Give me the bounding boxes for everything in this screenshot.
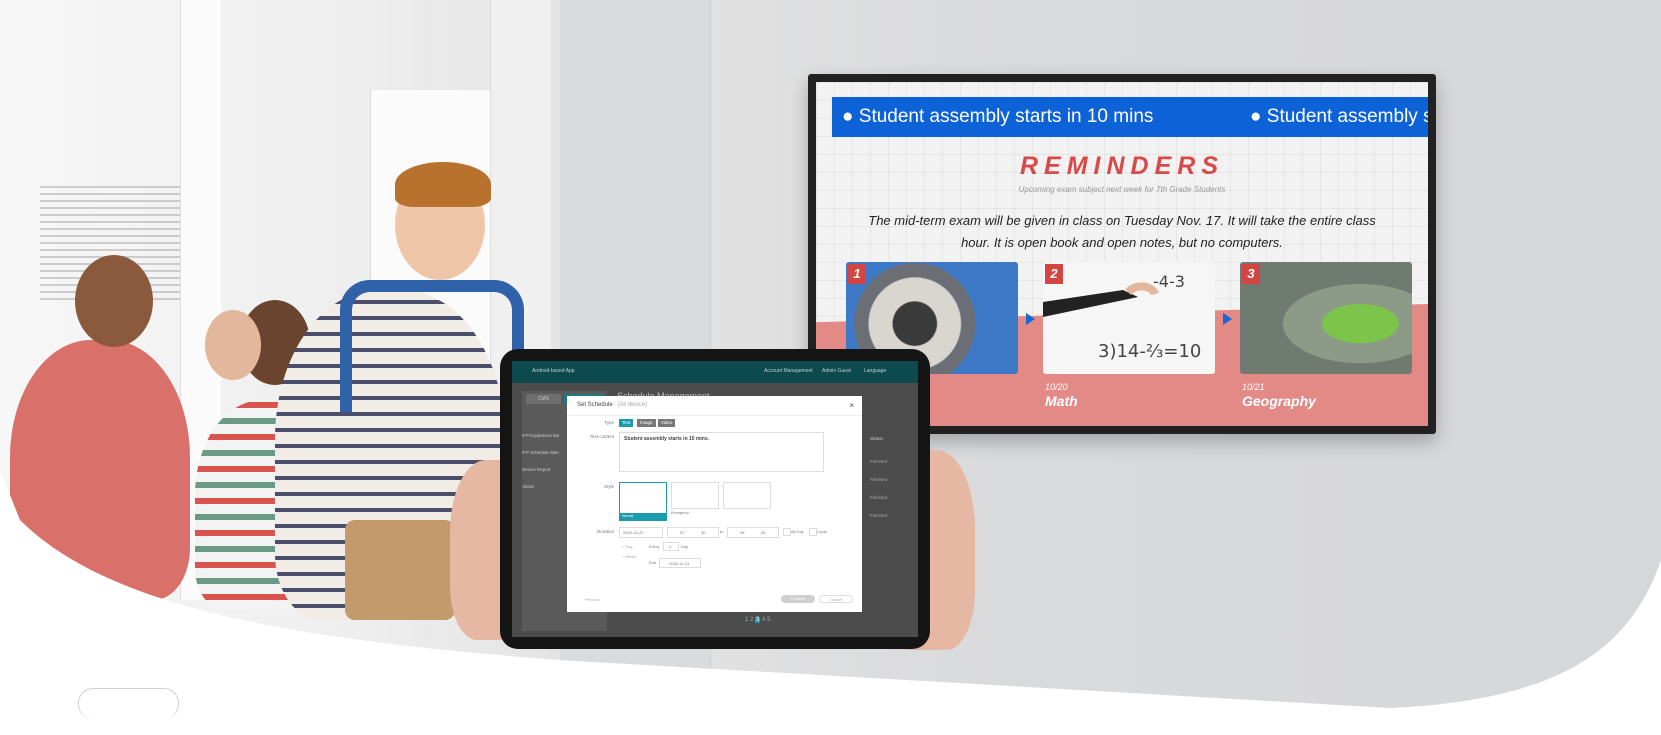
status-cell: Finished bbox=[870, 513, 888, 518]
style-normal-label: Normal bbox=[620, 513, 666, 520]
style-emergency-label: Emergency bbox=[671, 511, 689, 515]
end-hour: 08 bbox=[740, 530, 745, 535]
status-cell: Finished bbox=[870, 495, 888, 500]
page-link[interactable]: 2 bbox=[750, 617, 753, 623]
classroom-photo: ● Student assembly starts in 10 mins ● S… bbox=[0, 0, 1661, 735]
all-day-checkbox[interactable] bbox=[783, 528, 791, 536]
student-shorts bbox=[345, 520, 455, 620]
cycle-checkbox[interactable] bbox=[809, 528, 817, 536]
tile-date: 10/20 bbox=[1045, 382, 1068, 392]
ticker-item: ● Student assembly starts in 10 mins bbox=[842, 106, 1154, 127]
every-value: 1 bbox=[669, 544, 672, 549]
sidebar-item[interactable]: IFP Equipment Ma bbox=[522, 433, 559, 438]
text-content-label: Text content bbox=[589, 434, 614, 439]
hero-image: ● Student assembly starts in 10 mins ● S… bbox=[0, 0, 1661, 735]
tile-number: 3 bbox=[1242, 264, 1260, 284]
ticker-item: ● Student assembly sta bbox=[1250, 106, 1428, 127]
dialog-header: Set Schedule (All device) × bbox=[567, 396, 862, 416]
admin-link[interactable]: Admin Guest bbox=[822, 368, 851, 374]
sidebar-item[interactable]: Device Report bbox=[522, 467, 551, 472]
backpack-straps bbox=[340, 280, 524, 412]
to-label: to bbox=[720, 529, 724, 534]
confirm-button[interactable]: Confirm bbox=[781, 595, 815, 603]
all-day-label: All Day bbox=[791, 529, 804, 534]
student-head bbox=[75, 255, 153, 347]
every-label: Every bbox=[649, 544, 660, 549]
student-hair bbox=[395, 162, 491, 207]
sidebar-item[interactable]: IFP Schedule Man bbox=[522, 450, 559, 455]
page-link[interactable]: 5 bbox=[767, 617, 770, 623]
math-whiteboard: -4-3 3)14-⅔=10 bbox=[1043, 262, 1215, 374]
text-content-input[interactable]: Student assembly starts in 10 mins. bbox=[619, 432, 824, 472]
repeat-day-option[interactable]: ○ Day bbox=[622, 544, 633, 549]
language-link[interactable]: Language bbox=[864, 368, 886, 374]
tile-subject: Math bbox=[1045, 393, 1078, 409]
student-red-shirt bbox=[10, 340, 190, 600]
status-cell: Finished bbox=[870, 477, 888, 482]
end-date-value: 2020-11-21 bbox=[669, 561, 690, 566]
account-link[interactable]: Account Management bbox=[764, 368, 813, 374]
page-link[interactable]: 1 bbox=[745, 617, 748, 623]
next-arrow-icon bbox=[1223, 313, 1232, 325]
start-time-field[interactable]: 07 30 bbox=[667, 527, 719, 538]
dialog-title: Set Schedule bbox=[577, 402, 613, 408]
type-label: Type bbox=[604, 420, 614, 425]
style-option-third[interactable] bbox=[723, 482, 771, 509]
pagination: 1 2 3 4 5 bbox=[745, 617, 770, 623]
end-time-field[interactable]: 08 00 bbox=[727, 527, 779, 538]
math-thumbnail: -4-3 3)14-⅔=10 bbox=[1043, 262, 1215, 374]
end-minute: 00 bbox=[761, 530, 766, 535]
page-link-active[interactable]: 3 bbox=[755, 617, 760, 623]
start-minute: 30 bbox=[701, 530, 706, 535]
close-icon[interactable]: × bbox=[849, 396, 854, 415]
outline-pill-button[interactable] bbox=[78, 688, 179, 719]
style-normal-option[interactable]: Normal bbox=[619, 482, 667, 521]
announcement-ticker: ● Student assembly starts in 10 mins ● S… bbox=[832, 97, 1428, 137]
next-arrow-icon bbox=[1026, 313, 1035, 325]
app-title: Android-based App bbox=[532, 368, 575, 374]
style-label: Style bbox=[603, 484, 614, 489]
set-schedule-dialog: Set Schedule (All device) × Type Text Im… bbox=[567, 396, 862, 612]
start-date-field[interactable]: 2020-10-22 bbox=[619, 527, 663, 538]
text-content-value: Student assembly starts in 10 mins. bbox=[624, 436, 710, 442]
end-label: End bbox=[649, 560, 657, 565]
every-input[interactable]: 1 bbox=[663, 542, 679, 551]
reminders-subtitle: Upcoming exam subject next week for 7th … bbox=[1018, 185, 1226, 194]
tile-number: 1 bbox=[848, 264, 866, 284]
type-text-option[interactable]: Text bbox=[619, 419, 633, 427]
app-header: Android-based App Account Management Adm… bbox=[512, 361, 918, 383]
start-date-value: 2020-10-22 bbox=[623, 530, 644, 535]
type-video-option[interactable]: Video bbox=[658, 419, 675, 427]
tablet-device: Android-based App Account Management Adm… bbox=[500, 349, 930, 649]
reminders-title: REMINDERS bbox=[1019, 152, 1224, 180]
type-image-option[interactable]: Image bbox=[637, 419, 656, 427]
page-link[interactable]: 4 bbox=[762, 617, 765, 623]
preview-button[interactable]: Preview bbox=[585, 597, 599, 602]
tile-date: 10/21 bbox=[1242, 382, 1265, 392]
dialog-title-hint: (All device) bbox=[617, 402, 648, 408]
style-emergency-option[interactable] bbox=[671, 482, 719, 509]
reminders-body: The mid-term exam will be given in class… bbox=[868, 213, 1376, 250]
cancel-button[interactable]: Cancel bbox=[819, 595, 853, 603]
tablet-screen: Android-based App Account Management Adm… bbox=[512, 361, 918, 637]
student-head bbox=[205, 310, 261, 380]
every-unit: Day bbox=[681, 544, 689, 549]
duration-label: Duration bbox=[596, 529, 614, 534]
end-date-field[interactable]: 2020-11-21 bbox=[659, 558, 701, 568]
sidebar-item[interactable]: About bbox=[522, 484, 534, 489]
repeat-week-option[interactable]: ○ Week bbox=[622, 554, 636, 559]
geography-thumbnail bbox=[1240, 262, 1412, 374]
cycle-label: Cycle bbox=[817, 529, 828, 534]
svg-text:-4-3: -4-3 bbox=[1153, 272, 1185, 291]
svg-text:3)14-⅔=10: 3)14-⅔=10 bbox=[1098, 341, 1201, 362]
start-hour: 07 bbox=[680, 530, 685, 535]
status-column-header: Status bbox=[870, 436, 883, 441]
tile-number: 2 bbox=[1045, 264, 1063, 284]
status-cell: Finished bbox=[870, 459, 888, 464]
tab-cms[interactable]: CMS bbox=[526, 394, 561, 404]
tile-subject: Geography bbox=[1242, 393, 1316, 409]
